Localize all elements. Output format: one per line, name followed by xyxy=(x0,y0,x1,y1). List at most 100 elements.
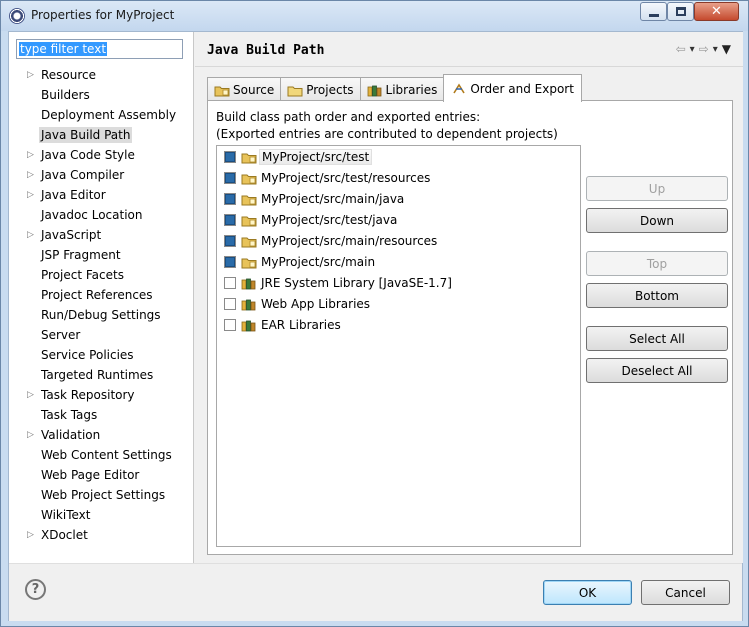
export-checkbox[interactable] xyxy=(224,213,236,226)
bottom-button[interactable]: Bottom xyxy=(586,283,728,308)
filter-input[interactable]: type filter text xyxy=(16,39,183,59)
sidebar-item-java-build-path[interactable]: Java Build Path xyxy=(9,125,193,145)
expand-arrow-icon[interactable]: ▷ xyxy=(27,65,34,85)
classpath-entries-list[interactable]: MyProject/src/test MyProject/src/test/res… xyxy=(216,145,581,547)
forward-arrow-icon[interactable]: ⇨ xyxy=(699,42,709,56)
sidebar-item-javascript[interactable]: ▷ JavaScript xyxy=(9,225,193,245)
sidebar-item-jsp-fragment[interactable]: JSP Fragment xyxy=(9,245,193,265)
sidebar-item-label: Project Facets xyxy=(41,268,124,282)
export-checkbox[interactable] xyxy=(224,234,236,247)
entry-label: MyProject/src/main/java xyxy=(261,191,405,206)
library-icon xyxy=(241,319,257,331)
sidebar-item-label: Server xyxy=(41,328,81,342)
expand-arrow-icon[interactable]: ▷ xyxy=(27,185,34,205)
sidebar-item-project-references[interactable]: Project References xyxy=(9,285,193,305)
description-line-2: (Exported entries are contributed to dep… xyxy=(216,127,558,141)
tab-label: Order and Export xyxy=(470,81,574,96)
ok-button[interactable]: OK xyxy=(543,580,632,605)
entry-label: MyProject/src/main/resources xyxy=(261,233,438,248)
down-button[interactable]: Down xyxy=(586,208,728,233)
export-checkbox[interactable] xyxy=(224,255,236,268)
sidebar-item-web-page-editor[interactable]: Web Page Editor xyxy=(9,465,193,485)
entry-label: EAR Libraries xyxy=(261,317,341,332)
expand-arrow-icon[interactable]: ▷ xyxy=(27,385,34,405)
sidebar-item-label: XDoclet xyxy=(41,528,88,542)
sidebar-item-validation[interactable]: ▷ Validation xyxy=(9,425,193,445)
tab-label: Libraries xyxy=(385,82,438,97)
sidebar-item-java-code-style[interactable]: ▷ Java Code Style xyxy=(9,145,193,165)
main-panel: Java Build Path ⇦ ▾ ⇨ ▾ ▼ Source Projects… xyxy=(195,32,743,563)
sidebar-item-web-project-settings[interactable]: Web Project Settings xyxy=(9,485,193,505)
forward-dropdown-icon[interactable]: ▾ xyxy=(713,44,718,56)
cancel-button[interactable]: Cancel xyxy=(641,580,730,605)
export-checkbox[interactable] xyxy=(224,297,236,310)
list-item[interactable]: MyProject/src/test xyxy=(217,146,580,167)
sidebar-item-deployment-assembly[interactable]: Deployment Assembly xyxy=(9,105,193,125)
sidebar-item-label: Validation xyxy=(41,428,101,442)
sidebar-item-label: Run/Debug Settings xyxy=(41,308,161,322)
page-title: Java Build Path xyxy=(207,43,325,58)
up-button[interactable]: Up xyxy=(586,176,728,201)
sidebar-item-java-compiler[interactable]: ▷ Java Compiler xyxy=(9,165,193,185)
export-checkbox[interactable] xyxy=(224,192,236,205)
sidebar-item-label: Java Code Style xyxy=(41,148,135,162)
tab-libraries[interactable]: Libraries xyxy=(359,77,445,101)
sidebar-item-project-facets[interactable]: Project Facets xyxy=(9,265,193,285)
deselect-all-button[interactable]: Deselect All xyxy=(586,358,728,383)
sidebar-item-task-repository[interactable]: ▷ Task Repository xyxy=(9,385,193,405)
sidebar-item-label: Web Page Editor xyxy=(41,468,140,482)
expand-arrow-icon[interactable]: ▷ xyxy=(27,225,34,245)
expand-arrow-icon[interactable]: ▷ xyxy=(27,165,34,185)
sidebar-item-label: Javadoc Location xyxy=(41,208,143,222)
list-item[interactable]: MyProject/src/main xyxy=(217,251,580,272)
libraries-icon xyxy=(367,84,381,96)
source-folder-icon xyxy=(241,235,257,247)
eclipse-app-icon xyxy=(9,8,25,24)
export-checkbox[interactable] xyxy=(224,150,236,163)
sidebar-item-run-debug-settings[interactable]: Run/Debug Settings xyxy=(9,305,193,325)
help-icon[interactable]: ? xyxy=(25,579,46,600)
sidebar-item-java-editor[interactable]: ▷ Java Editor xyxy=(9,185,193,205)
back-arrow-icon[interactable]: ⇦ xyxy=(676,42,686,56)
list-item[interactable]: Web App Libraries xyxy=(217,293,580,314)
sidebar-item-wikitext[interactable]: WikiText xyxy=(9,505,193,525)
sidebar-item-web-content-settings[interactable]: Web Content Settings xyxy=(9,445,193,465)
export-checkbox[interactable] xyxy=(224,276,236,289)
sidebar-item-resource[interactable]: ▷ Resource xyxy=(9,65,193,85)
expand-arrow-icon[interactable]: ▷ xyxy=(27,425,34,445)
sidebar-item-builders[interactable]: Builders xyxy=(9,85,193,105)
select-all-button[interactable]: Select All xyxy=(586,326,728,351)
entry-label: MyProject/src/test xyxy=(259,148,373,165)
sidebar-item-service-policies[interactable]: Service Policies xyxy=(9,345,193,365)
top-button[interactable]: Top xyxy=(586,251,728,276)
list-item[interactable]: MyProject/src/main/resources xyxy=(217,230,580,251)
list-item[interactable]: MyProject/src/test/java xyxy=(217,209,580,230)
maximize-button[interactable] xyxy=(667,2,694,21)
minimize-button[interactable] xyxy=(640,2,667,21)
tab-source[interactable]: Source xyxy=(207,77,282,101)
tab-order-and-export[interactable]: Order and Export xyxy=(443,74,582,102)
view-menu-icon[interactable]: ▼ xyxy=(722,42,731,56)
sidebar-item-label: Targeted Runtimes xyxy=(41,368,154,382)
filter-input-text[interactable]: type filter text xyxy=(19,42,108,56)
list-item[interactable]: JRE System Library [JavaSE-1.7] xyxy=(217,272,580,293)
expand-arrow-icon[interactable]: ▷ xyxy=(27,525,34,545)
expand-arrow-icon[interactable]: ▷ xyxy=(27,145,34,165)
sidebar-item-label: WikiText xyxy=(41,508,91,522)
projects-icon xyxy=(287,84,303,96)
export-checkbox[interactable] xyxy=(224,318,236,331)
sidebar-item-xdoclet[interactable]: ▷ XDoclet xyxy=(9,525,193,545)
title-bar[interactable]: Properties for MyProject ✕ xyxy=(1,1,748,31)
close-button[interactable]: ✕ xyxy=(694,2,739,21)
list-item[interactable]: MyProject/src/test/resources xyxy=(217,167,580,188)
list-item[interactable]: MyProject/src/main/java xyxy=(217,188,580,209)
list-item[interactable]: EAR Libraries xyxy=(217,314,580,335)
back-dropdown-icon[interactable]: ▾ xyxy=(690,44,695,56)
source-folder-icon xyxy=(214,84,230,96)
tab-projects[interactable]: Projects xyxy=(280,77,361,101)
export-checkbox[interactable] xyxy=(224,171,236,184)
sidebar-item-server[interactable]: Server xyxy=(9,325,193,345)
sidebar-item-javadoc-location[interactable]: Javadoc Location xyxy=(9,205,193,225)
sidebar-item-task-tags[interactable]: Task Tags xyxy=(9,405,193,425)
sidebar-item-targeted-runtimes[interactable]: Targeted Runtimes xyxy=(9,365,193,385)
